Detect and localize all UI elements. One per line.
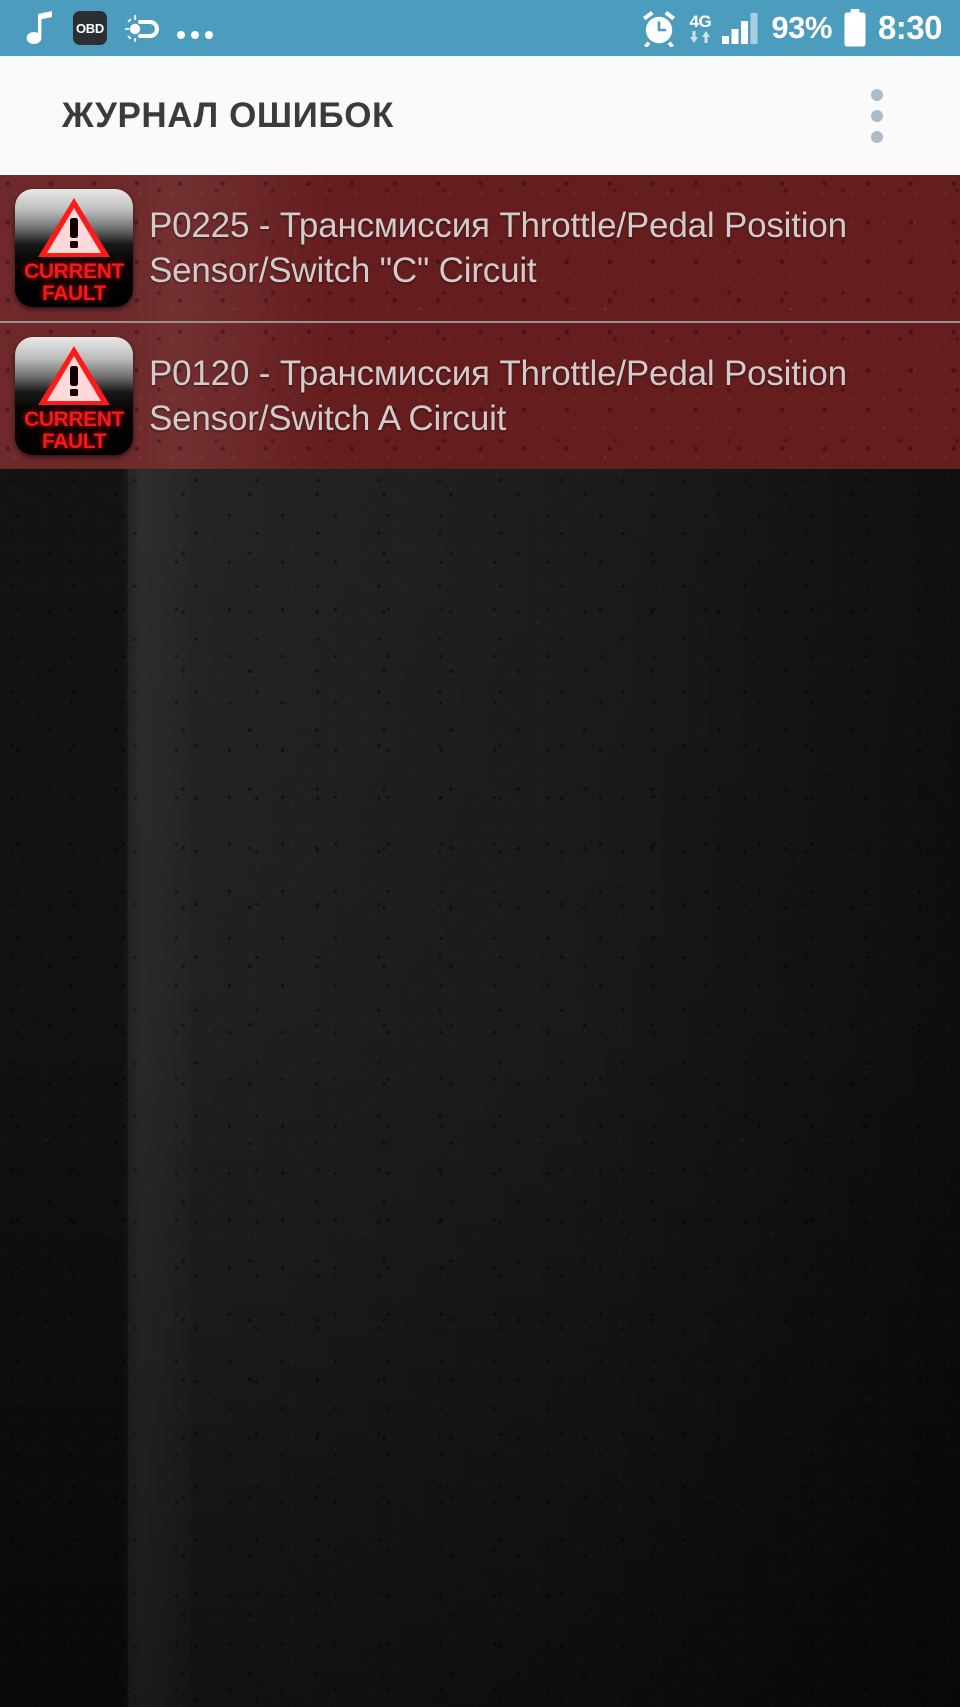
signal-bars-icon: [722, 12, 760, 44]
overflow-dot-icon: [871, 109, 883, 122]
current-fault-label-line1: CURRENT: [24, 260, 124, 283]
warning-triangle-icon: [36, 344, 112, 408]
network-type-icon: 4G: [689, 12, 712, 43]
overflow-dot-icon: [871, 88, 883, 101]
status-bar[interactable]: OBD 4G 93% 8:30: [0, 0, 960, 56]
battery-icon: [843, 9, 867, 47]
clock-label: 8:30: [877, 9, 943, 46]
list-item[interactable]: CURRENT FAULT P0225 - Трансмиссия Thrott…: [0, 175, 960, 321]
music-note-icon: [26, 10, 56, 46]
status-bar-right-icons: 4G 93% 8:30: [640, 9, 943, 47]
obd-badge-label: OBD: [76, 20, 104, 36]
current-fault-label-line1: CURRENT: [24, 408, 124, 431]
current-fault-icon: CURRENT FAULT: [15, 337, 133, 455]
data-transfer-arrows-icon: [689, 31, 711, 43]
list-item[interactable]: CURRENT FAULT P0120 - Трансмиссия Thrott…: [0, 321, 960, 469]
weather-icon: [124, 12, 160, 44]
more-notifications-icon: [177, 11, 213, 45]
network-type-label: 4G: [689, 12, 712, 31]
battery-percent-label: 93%: [771, 10, 832, 45]
current-fault-icon: CURRENT FAULT: [15, 189, 133, 307]
alarm-clock-icon: [640, 9, 678, 47]
fault-log-list[interactable]: CURRENT FAULT P0225 - Трансмиссия Thrott…: [0, 175, 960, 469]
obd-badge-icon: OBD: [73, 11, 107, 45]
overflow-dot-icon: [871, 130, 883, 143]
app-toolbar: ЖУРНАЛ ОШИБОК: [0, 56, 960, 175]
status-bar-left-icons: OBD: [26, 10, 213, 46]
fault-description: P0225 - Трансмиссия Throttle/Pedal Posit…: [149, 205, 847, 291]
current-fault-label-line2: FAULT: [41, 430, 107, 453]
fault-description: P0120 - Трансмиссия Throttle/Pedal Posit…: [149, 353, 847, 439]
warning-triangle-icon: [36, 196, 112, 260]
current-fault-label-line2: FAULT: [41, 282, 107, 305]
page-title: ЖУРНАЛ ОШИБОК: [62, 95, 394, 135]
overflow-menu-button[interactable]: [846, 79, 908, 153]
